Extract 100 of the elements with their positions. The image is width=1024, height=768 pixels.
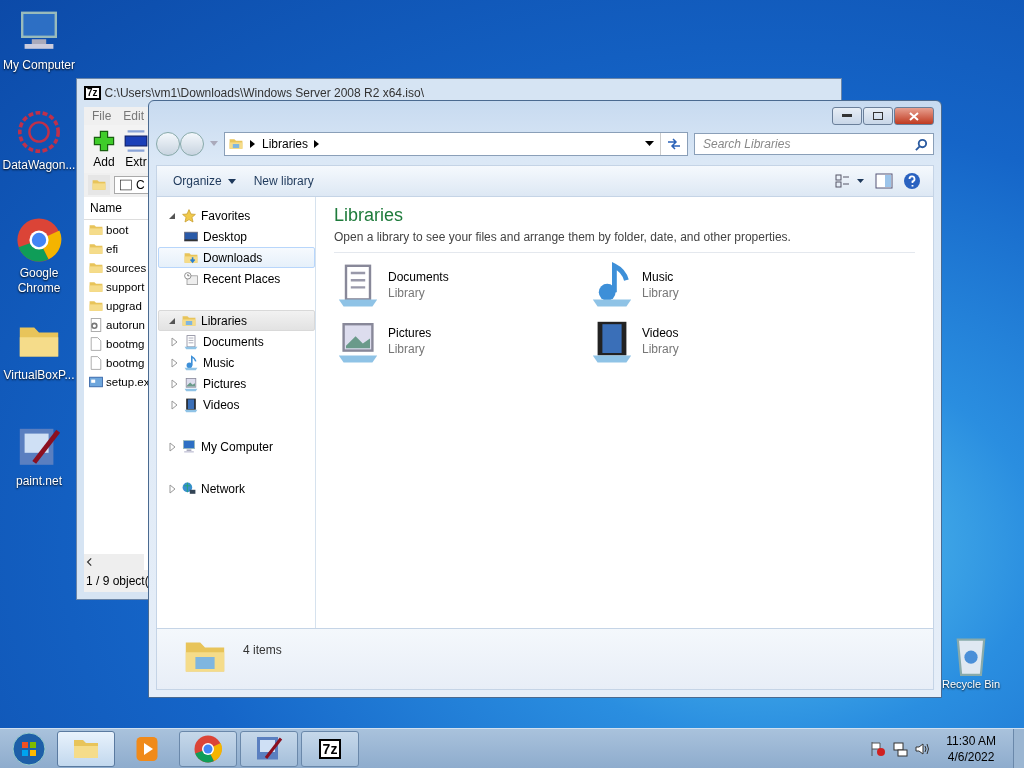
- horizontal-scrollbar[interactable]: [84, 554, 144, 570]
- library-name[interactable]: Pictures: [388, 326, 432, 340]
- preview-pane-icon[interactable]: [875, 173, 893, 189]
- taskbar-button[interactable]: [240, 730, 298, 767]
- taskbar-button[interactable]: [179, 730, 237, 767]
- path-field[interactable]: C: [114, 176, 150, 194]
- toolbar-button[interactable]: Extr: [124, 129, 148, 169]
- nav-item[interactable]: Videos: [158, 394, 315, 415]
- forward-button[interactable]: [180, 132, 204, 156]
- desktop-icon-label[interactable]: DataWagon...: [2, 158, 76, 173]
- page-description: Open a library to see your files and arrange them by folder, date, and other properties.: [334, 230, 915, 253]
- refresh-icon: [666, 137, 682, 151]
- taskbar-button[interactable]: 7z: [301, 730, 359, 767]
- close-button[interactable]: [894, 107, 934, 125]
- search-icon[interactable]: [915, 138, 928, 151]
- music-icon: [183, 354, 199, 371]
- minimize-icon: [842, 114, 852, 118]
- file-name[interactable]: support: [106, 280, 145, 293]
- network-icon: [181, 480, 197, 497]
- app-logo: 7z: [318, 738, 342, 759]
- nav-item[interactable]: Pictures: [158, 373, 315, 394]
- file-icon: [88, 354, 104, 371]
- library-name[interactable]: Music: [642, 270, 679, 284]
- minus-icon: [124, 129, 148, 153]
- file-name[interactable]: autorun: [106, 318, 145, 331]
- file-name[interactable]: setup.ex: [106, 375, 150, 388]
- maximize-icon: [873, 112, 883, 120]
- nav-item[interactable]: Recent Places: [158, 268, 315, 289]
- plus-icon: [92, 129, 116, 153]
- pictures-icon: [183, 375, 199, 392]
- desktop-icon-label[interactable]: My Computer: [3, 58, 75, 73]
- maximize-button[interactable]: [863, 107, 893, 125]
- library-type: Library: [642, 286, 679, 300]
- nav-item[interactable]: My Computer: [158, 436, 315, 457]
- collapsed-arrow-icon[interactable]: [167, 441, 177, 452]
- window-title: C:\Users\vm1\Downloads\Windows Server 2008 R2 x64.iso\: [104, 86, 425, 100]
- dropdown-icon[interactable]: [645, 141, 654, 147]
- command-button[interactable]: New library: [249, 170, 318, 192]
- minimize-button[interactable]: [832, 107, 862, 125]
- app-logo: 7z: [84, 86, 101, 100]
- show-desktop-button[interactable]: [1013, 728, 1024, 768]
- clock-date[interactable]: 4/6/2022: [947, 749, 995, 764]
- file-name[interactable]: boot: [106, 223, 129, 236]
- library-type: Library: [388, 342, 426, 356]
- collapsed-arrow-icon[interactable]: [169, 357, 179, 368]
- nav-item[interactable]: Favorites: [158, 205, 315, 226]
- file-name[interactable]: efi: [106, 242, 119, 255]
- help-icon[interactable]: [903, 172, 921, 190]
- clock-time[interactable]: 11:30 AM: [946, 733, 996, 748]
- collapsed-arrow-icon[interactable]: [169, 399, 179, 410]
- nav-item[interactable]: Network: [158, 478, 315, 499]
- library-type: Library: [642, 342, 679, 356]
- collapsed-arrow-icon[interactable]: [169, 336, 179, 347]
- back-button[interactable]: [156, 132, 180, 156]
- star-icon: [181, 207, 197, 224]
- windows-logo-icon: [12, 731, 46, 766]
- command-button[interactable]: Organize: [169, 170, 240, 192]
- file-name[interactable]: bootmg: [106, 356, 145, 369]
- toolbar-button[interactable]: Add: [92, 129, 116, 169]
- desktop-icon-label[interactable]: Google Chrome: [0, 266, 78, 296]
- page-heading: Libraries: [334, 205, 405, 226]
- chrome-icon: [15, 216, 63, 264]
- chrome-icon: [193, 733, 223, 764]
- volume-icon[interactable]: [914, 740, 931, 757]
- menu-item[interactable]: Edit: [123, 109, 145, 123]
- search-field[interactable]: Search Libraries: [694, 133, 934, 155]
- desktop-icon-label[interactable]: paint.net: [15, 474, 62, 489]
- nav-item[interactable]: Music: [158, 352, 315, 373]
- file-name[interactable]: upgrad: [106, 299, 142, 312]
- library-name[interactable]: Documents: [388, 270, 449, 284]
- taskbar-button[interactable]: [57, 730, 115, 767]
- library-type: Library: [388, 286, 426, 300]
- chevron-icon[interactable]: [314, 140, 321, 148]
- desktop-icon-label[interactable]: Recycle Bin: [942, 678, 1001, 690]
- address-bar[interactable]: Libraries: [224, 132, 688, 156]
- folder-icon: [228, 136, 244, 152]
- network-icon[interactable]: [892, 740, 909, 757]
- nav-item[interactable]: Downloads: [158, 247, 315, 268]
- desktop-icon-label[interactable]: VirtualBoxP...: [3, 368, 75, 383]
- file-name[interactable]: sources: [106, 261, 147, 274]
- breadcrumb-item[interactable]: Libraries: [262, 137, 309, 151]
- clock-icon: [183, 270, 199, 287]
- chevron-icon[interactable]: [250, 140, 256, 148]
- view-options-icon[interactable]: [835, 173, 865, 189]
- nav-item[interactable]: Libraries: [158, 310, 315, 331]
- caret-icon: [227, 178, 236, 184]
- library-name[interactable]: Videos: [642, 326, 679, 340]
- documents-icon: [183, 333, 199, 350]
- menu-item[interactable]: File: [92, 109, 112, 123]
- nav-item[interactable]: Desktop: [158, 226, 315, 247]
- computer-icon: [181, 438, 197, 455]
- flag-icon[interactable]: [870, 740, 887, 757]
- settings-file-icon: [88, 316, 104, 333]
- close-icon: [909, 111, 919, 121]
- collapsed-arrow-icon[interactable]: [167, 483, 177, 494]
- file-icon: [88, 335, 104, 352]
- file-name[interactable]: bootmg: [106, 337, 145, 350]
- collapsed-arrow-icon[interactable]: [169, 378, 179, 389]
- item-count: 4 items: [243, 643, 282, 657]
- nav-item[interactable]: Documents: [158, 331, 315, 352]
